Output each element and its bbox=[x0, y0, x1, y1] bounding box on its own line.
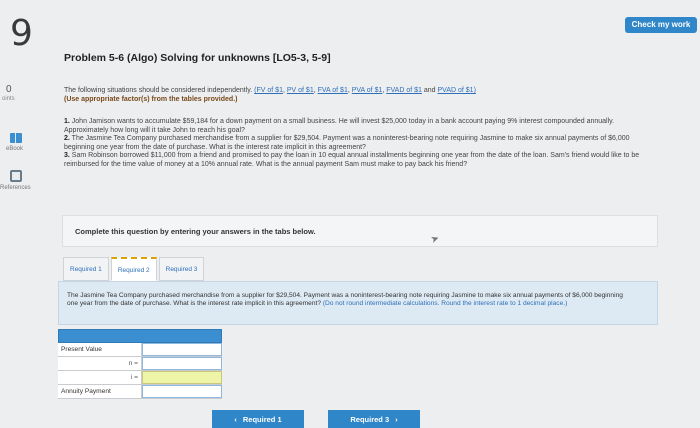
required-tabs: Required 1 Required 2 Required 3 bbox=[63, 257, 206, 281]
references-icon[interactable] bbox=[10, 170, 22, 182]
calc-row-annuity-payment: Annuity Payment bbox=[58, 385, 222, 399]
points-value: 0 bbox=[6, 84, 12, 95]
question-number: 9 bbox=[10, 13, 33, 54]
table-link-pva[interactable]: PVA of $1 bbox=[352, 87, 383, 94]
references-label[interactable]: References bbox=[0, 185, 31, 191]
chevron-left-icon: ‹ bbox=[234, 414, 237, 424]
next-label: Required 3 bbox=[350, 414, 390, 424]
panel-text: The Jasmine Tea Company purchased mercha… bbox=[67, 292, 627, 308]
i-label: i = bbox=[58, 371, 142, 384]
tab-required-2[interactable]: Required 2 bbox=[110, 257, 157, 281]
calc-row-i: i = bbox=[58, 371, 222, 385]
tab-required-3[interactable]: Required 3 bbox=[158, 257, 205, 281]
calc-row-present-value: Present Value bbox=[58, 343, 222, 357]
intro-paragraph: The following situations should be consi… bbox=[64, 87, 476, 103]
tab-required-1[interactable]: Required 1 bbox=[63, 257, 109, 281]
situation-1: 1. John Jamison wants to accumulate $59,… bbox=[64, 118, 615, 134]
intro-text: The following situations should be consi… bbox=[64, 87, 255, 94]
situations-list: 1. John Jamison wants to accumulate $59,… bbox=[64, 118, 644, 170]
page: 9 Check my work 0 oints eBook References… bbox=[0, 0, 700, 428]
ebook-label[interactable]: eBook bbox=[6, 146, 23, 152]
ebook-icon[interactable] bbox=[10, 133, 22, 143]
table-link-pv[interactable]: PV of $1 bbox=[287, 87, 314, 94]
table-link-fvad[interactable]: FVAD of $1 bbox=[386, 87, 422, 94]
instructions-text: Complete this question by entering your … bbox=[75, 227, 316, 236]
question-panel: The Jasmine Tea Company purchased mercha… bbox=[58, 281, 658, 325]
calculation-grid: Present Value n = i = Annuity Payment bbox=[58, 329, 222, 399]
instructions-box: Complete this question by entering your … bbox=[62, 215, 658, 247]
points-label: oints bbox=[2, 96, 15, 102]
i-input[interactable] bbox=[142, 371, 222, 384]
situation-3: 3. Sam Robinson borrowed $11,000 from a … bbox=[64, 152, 640, 168]
table-link-fva[interactable]: FVA of $1 bbox=[318, 87, 348, 94]
next-required-button[interactable]: Required 3 › bbox=[328, 410, 420, 428]
calc-row-n: n = bbox=[58, 357, 222, 371]
prev-label: Required 1 bbox=[242, 414, 282, 424]
prev-required-button[interactable]: ‹ Required 1 bbox=[212, 410, 304, 428]
intro-instruction: (Use appropriate factor(s) from the tabl… bbox=[64, 96, 238, 103]
n-label: n = bbox=[58, 357, 142, 370]
problem-title: Problem 5-6 (Algo) Solving for unknowns … bbox=[64, 52, 331, 64]
table-link-fv[interactable]: (FV of $1 bbox=[254, 87, 283, 94]
present-value-label: Present Value bbox=[58, 343, 142, 356]
present-value-input[interactable] bbox=[142, 343, 222, 356]
annuity-payment-label: Annuity Payment bbox=[58, 385, 142, 398]
annuity-payment-input[interactable] bbox=[142, 385, 222, 398]
calc-header bbox=[58, 329, 222, 343]
chevron-right-icon: › bbox=[395, 414, 398, 424]
n-input[interactable] bbox=[142, 357, 222, 370]
check-my-work-button[interactable]: Check my work bbox=[625, 17, 697, 33]
intro-and: and bbox=[423, 87, 436, 94]
situation-2: 2. The Jasmine Tea Company purchased mer… bbox=[64, 135, 630, 151]
table-link-pvad[interactable]: PVAD of $1) bbox=[438, 87, 476, 94]
panel-hint: (Do not round intermediate calculations.… bbox=[322, 300, 568, 307]
